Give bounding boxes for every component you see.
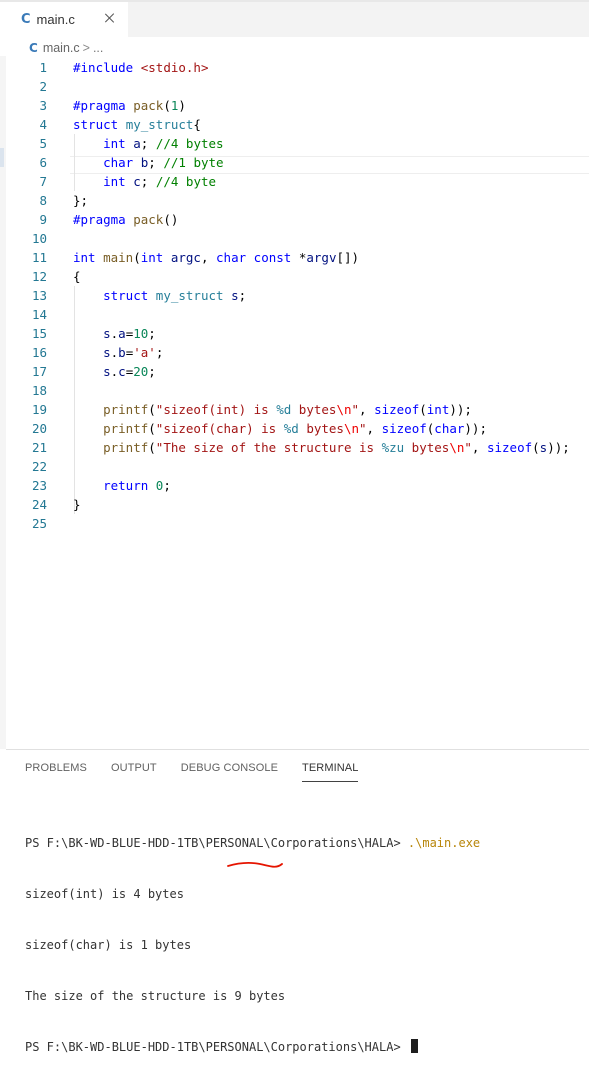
code-line[interactable]: 12 { xyxy=(0,267,589,286)
line-number: 5 xyxy=(39,136,47,151)
code-text: #pragma pack() xyxy=(73,212,179,227)
structure-size-value: 9 bytes xyxy=(234,989,286,1003)
breadcrumb-symbol[interactable]: ... xyxy=(93,41,103,55)
line-number: 13 xyxy=(31,288,47,303)
line-number: 16 xyxy=(31,345,47,360)
code-text: char b; //1 byte xyxy=(103,155,224,170)
code-text: }; xyxy=(73,193,89,208)
code-text: return 0; xyxy=(103,478,171,493)
code-line[interactable]: 9 #pragma pack() xyxy=(0,210,589,229)
terminal-prompt: PS F:\BK-WD-BLUE-HDD-1TB\PERSONAL\Corpor… xyxy=(25,1040,408,1054)
line-number: 4 xyxy=(39,117,47,132)
code-line[interactable]: 22 xyxy=(0,457,589,476)
code-text: { xyxy=(73,269,81,284)
terminal-line: sizeof(int) is 4 bytes xyxy=(25,887,184,901)
code-line[interactable]: 13 struct my_struct s; xyxy=(0,286,589,305)
line-number: 22 xyxy=(31,459,47,474)
breadcrumb: C main.c > ... xyxy=(29,39,103,57)
line-number: 23 xyxy=(31,478,47,493)
line-number: 15 xyxy=(31,326,47,341)
code-line[interactable]: 3 #pragma pack(1) xyxy=(0,96,589,115)
code-text: s.b='a'; xyxy=(103,345,164,360)
code-line[interactable]: 7 int c; //4 byte xyxy=(0,172,589,191)
terminal-prompt: PS F:\BK-WD-BLUE-HDD-1TB\PERSONAL\Corpor… xyxy=(25,836,408,850)
code-line[interactable]: 8}; xyxy=(0,191,589,210)
line-number: 2 xyxy=(39,79,47,94)
code-line[interactable]: 4 struct my_struct{ xyxy=(0,115,589,134)
tab-terminal[interactable]: TERMINAL xyxy=(302,762,359,782)
code-text: } xyxy=(73,497,81,512)
code-text: printf("sizeof(int) is %d bytes\n", size… xyxy=(103,402,472,417)
line-number: 11 xyxy=(31,250,47,265)
breadcrumb-file[interactable]: main.c xyxy=(43,41,80,55)
annotation-underline xyxy=(227,862,283,868)
tab-debug-console[interactable]: DEBUG CONSOLE xyxy=(181,762,278,782)
terminal-line: sizeof(char) is 1 bytes xyxy=(25,938,192,952)
line-number: 18 xyxy=(31,383,47,398)
code-line[interactable]: 23 return 0; xyxy=(0,476,589,495)
code-line[interactable]: 20 printf("sizeof(char) is %d bytes\n", … xyxy=(0,419,589,438)
code-text: struct my_struct{ xyxy=(73,117,201,132)
terminal-cursor xyxy=(410,1039,418,1053)
code-line[interactable]: 2 xyxy=(0,77,589,96)
code-text: #include <stdio.h> xyxy=(73,60,209,75)
tab-main-c[interactable]: C main.c xyxy=(0,2,128,37)
breadcrumb-separator: > xyxy=(82,41,90,55)
code-line[interactable]: 21 printf("The size of the structure is … xyxy=(0,438,589,457)
code-line[interactable]: 5 int a; //4 bytes xyxy=(0,134,589,153)
line-number: 3 xyxy=(39,98,47,113)
code-line[interactable]: 14 xyxy=(0,305,589,324)
code-line[interactable]: 15 s.a=10; xyxy=(0,324,589,343)
code-line[interactable]: 24} xyxy=(0,495,589,514)
tab-output[interactable]: OUTPUT xyxy=(111,762,157,782)
line-number: 7 xyxy=(39,174,47,189)
code-text: printf("The size of the structure is %zu… xyxy=(103,440,570,455)
code-text: struct my_struct s; xyxy=(103,288,247,303)
line-number: 20 xyxy=(31,421,47,436)
editor-tab-bar: C main.c xyxy=(0,2,589,37)
code-text: s.a=10; xyxy=(103,326,156,341)
code-line[interactable]: 16 s.b='a'; xyxy=(0,343,589,362)
tab-problems[interactable]: PROBLEMS xyxy=(25,762,87,782)
line-number: 19 xyxy=(31,402,47,417)
panel-tab-bar: PROBLEMS OUTPUT DEBUG CONSOLE TERMINAL xyxy=(25,762,382,782)
line-number: 9 xyxy=(39,212,47,227)
terminal-command: .\main.exe xyxy=(407,836,481,850)
code-line[interactable]: 19 printf("sizeof(int) is %d bytes\n", s… xyxy=(0,400,589,419)
terminal-text: The size of the structure is xyxy=(25,989,235,1003)
terminal-line: PS F:\BK-WD-BLUE-HDD-1TB\PERSONAL\Corpor… xyxy=(25,1039,480,1056)
code-text: int main(int argc, char const *argv[]) xyxy=(73,250,360,265)
code-line[interactable]: 11 int main(int argc, char const *argv[]) xyxy=(0,248,589,267)
code-line[interactable]: 17 s.c=20; xyxy=(0,362,589,381)
line-number: 8 xyxy=(39,193,47,208)
panel-divider xyxy=(6,749,589,750)
code-text: s.c=20; xyxy=(103,364,156,379)
line-number: 21 xyxy=(31,440,47,455)
code-text: #pragma pack(1) xyxy=(73,98,186,113)
code-text: int c; //4 byte xyxy=(103,174,217,189)
terminal-line: The size of the structure is 9 bytes xyxy=(25,988,480,1005)
code-line[interactable]: 1 #include <stdio.h> xyxy=(0,58,589,77)
line-number: 10 xyxy=(31,231,47,246)
terminal-line: PS F:\BK-WD-BLUE-HDD-1TB\PERSONAL\Corpor… xyxy=(25,835,480,852)
tab-label: main.c xyxy=(36,12,75,27)
line-number: 25 xyxy=(31,516,47,531)
line-number: 6 xyxy=(39,155,47,170)
c-file-icon: C xyxy=(21,12,31,27)
code-text: printf("sizeof(char) is %d bytes\n", siz… xyxy=(103,421,487,436)
code-line[interactable]: 10 xyxy=(0,229,589,248)
code-line[interactable]: 25 xyxy=(0,514,589,533)
code-text: int a; //4 bytes xyxy=(103,136,224,151)
code-line[interactable]: 6 char b; //1 byte xyxy=(0,153,589,172)
line-number: 24 xyxy=(31,497,47,512)
line-number: 12 xyxy=(31,269,47,284)
close-icon[interactable] xyxy=(103,11,117,25)
line-number: 14 xyxy=(31,307,47,322)
line-number: 1 xyxy=(39,60,47,75)
line-number: 17 xyxy=(31,364,47,379)
terminal-output[interactable]: PS F:\BK-WD-BLUE-HDD-1TB\PERSONAL\Corpor… xyxy=(25,801,480,1073)
c-file-icon: C xyxy=(29,41,38,55)
code-line[interactable]: 18 xyxy=(0,381,589,400)
